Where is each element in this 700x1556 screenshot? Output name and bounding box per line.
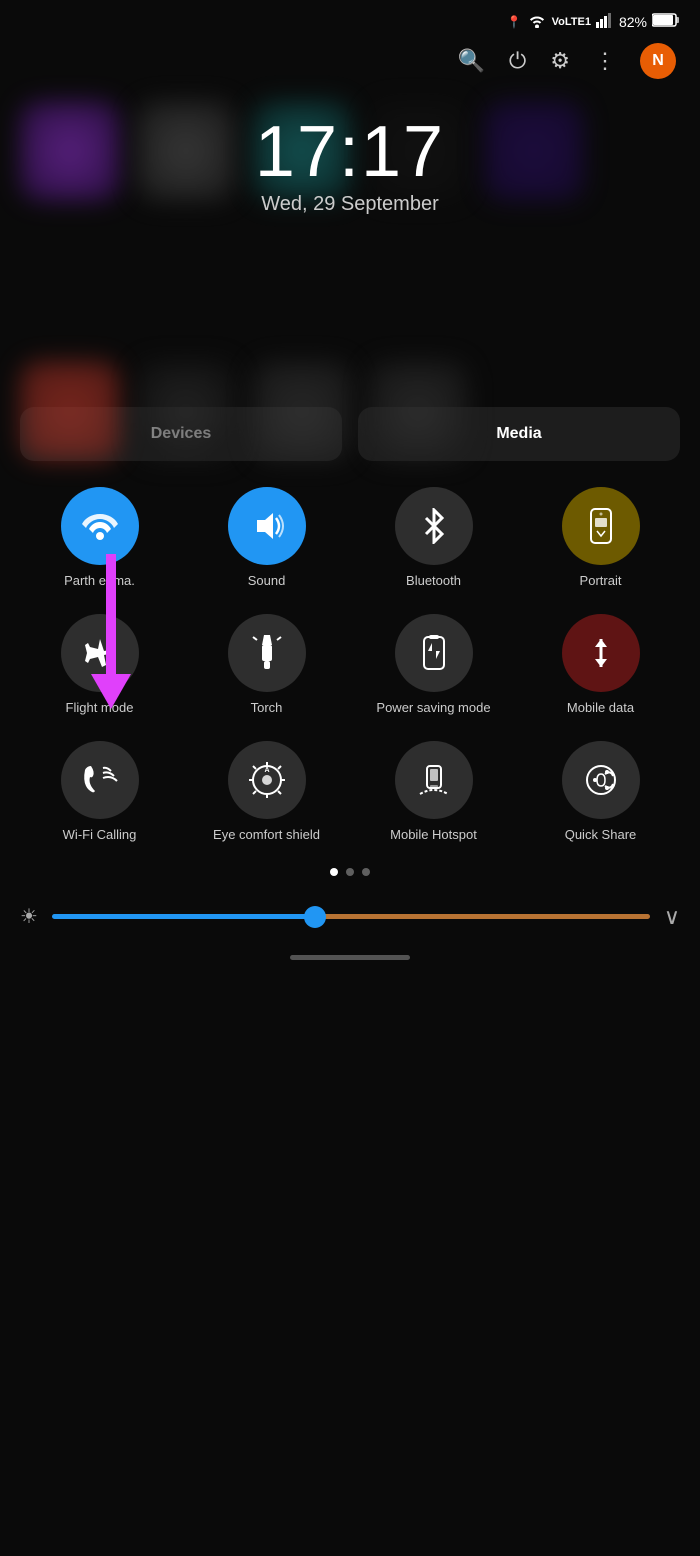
wifi-calling-icon-circle bbox=[61, 741, 139, 819]
app-icons-background: 17:17 Wed, 29 September bbox=[0, 91, 700, 391]
power-icon[interactable]: ⏻ bbox=[509, 48, 526, 74]
home-bar bbox=[290, 955, 410, 960]
battery-percentage: 82% bbox=[619, 14, 647, 30]
home-indicator bbox=[0, 938, 700, 978]
app-row-bottom bbox=[20, 361, 680, 461]
status-bar: 📍 VoLTE1 82% bbox=[0, 0, 700, 39]
clock-date: Wed, 29 September bbox=[0, 193, 700, 216]
eye-comfort-label: Eye comfort shield bbox=[213, 827, 320, 844]
dot-1 bbox=[330, 868, 338, 876]
sound-label: Sound bbox=[248, 573, 286, 590]
toggle-mobile-hotspot[interactable]: Mobile Hotspot bbox=[364, 741, 504, 844]
torch-icon-circle bbox=[228, 614, 306, 692]
toggle-torch[interactable]: Torch bbox=[197, 614, 337, 717]
toggle-wifi-hotspot[interactable]: Parth eema. bbox=[30, 487, 170, 590]
toggle-power-saving[interactable]: Power saving mode bbox=[364, 614, 504, 717]
app-blob-6 bbox=[20, 361, 120, 461]
eye-comfort-icon-circle: A bbox=[228, 741, 306, 819]
portrait-icon-circle bbox=[562, 487, 640, 565]
toggle-bluetooth[interactable]: Bluetooth bbox=[364, 487, 504, 590]
location-icon: 📍 bbox=[507, 15, 522, 29]
bluetooth-label: Bluetooth bbox=[406, 573, 461, 590]
pagination-dots bbox=[0, 868, 700, 876]
wifi-icon bbox=[527, 12, 547, 31]
brightness-slider-track[interactable] bbox=[52, 914, 650, 919]
svg-text:A: A bbox=[264, 767, 269, 774]
flight-mode-label: Flight mode bbox=[66, 700, 134, 717]
user-avatar[interactable]: N bbox=[640, 43, 676, 79]
toggle-row-2: Flight mode Torch bbox=[16, 614, 684, 717]
portrait-label: Portrait bbox=[580, 573, 622, 590]
more-icon[interactable]: ⋮ bbox=[594, 48, 616, 74]
toggle-eye-comfort[interactable]: A Eye comfort shield bbox=[197, 741, 337, 844]
battery-icon bbox=[652, 13, 680, 30]
dot-3 bbox=[362, 868, 370, 876]
toggle-mobile-data[interactable]: Mobile data bbox=[531, 614, 671, 717]
wifi-hotspot-icon-circle bbox=[61, 487, 139, 565]
bluetooth-icon-circle bbox=[395, 487, 473, 565]
volte-icon: VoLTE1 bbox=[552, 16, 591, 28]
clock-time: 17:17 bbox=[0, 111, 700, 193]
quick-share-icon-circle bbox=[562, 741, 640, 819]
dot-2 bbox=[346, 868, 354, 876]
brightness-slider-thumb[interactable] bbox=[304, 906, 326, 928]
app-blob-8 bbox=[252, 361, 352, 461]
torch-label: Torch bbox=[251, 700, 283, 717]
chevron-down-icon[interactable]: ∨ bbox=[664, 904, 680, 930]
toggle-portrait[interactable]: Portrait bbox=[531, 487, 671, 590]
status-icons: 📍 VoLTE1 82% bbox=[507, 12, 680, 31]
app-blob-7 bbox=[136, 361, 236, 461]
search-icon[interactable]: 🔍 bbox=[457, 48, 484, 74]
mobile-data-icon-circle bbox=[562, 614, 640, 692]
toggle-row-1: Parth eema. Sound Bluetooth bbox=[16, 487, 684, 590]
mobile-hotspot-label: Mobile Hotspot bbox=[390, 827, 477, 844]
toggle-row-3: Wi-Fi Calling A Eye comfort bbox=[16, 741, 684, 844]
annotation-container: Flight mode Torch bbox=[16, 614, 684, 717]
mobile-data-label: Mobile data bbox=[567, 700, 634, 717]
flight-mode-icon-circle bbox=[61, 614, 139, 692]
settings-icon[interactable]: ⚙ bbox=[550, 48, 570, 74]
wifi-hotspot-label: Parth eema. bbox=[64, 573, 135, 590]
sound-icon-circle bbox=[228, 487, 306, 565]
brightness-row: ☀ ∨ bbox=[0, 896, 700, 938]
quick-share-label: Quick Share bbox=[565, 827, 637, 844]
power-saving-icon-circle bbox=[395, 614, 473, 692]
toggle-sound[interactable]: Sound bbox=[197, 487, 337, 590]
mobile-hotspot-icon-circle bbox=[395, 741, 473, 819]
toggle-flight-mode[interactable]: Flight mode bbox=[30, 614, 170, 717]
top-action-bar: 🔍 ⏻ ⚙ ⋮ N bbox=[0, 39, 700, 91]
app-blob-9 bbox=[368, 361, 468, 461]
power-saving-label: Power saving mode bbox=[376, 700, 490, 717]
clock-section: 17:17 Wed, 29 September bbox=[0, 111, 700, 216]
brightness-icon: ☀ bbox=[20, 904, 38, 929]
wifi-calling-label: Wi-Fi Calling bbox=[63, 827, 137, 844]
signal-icon bbox=[596, 12, 614, 31]
toggle-quick-share[interactable]: Quick Share bbox=[531, 741, 671, 844]
toggle-wifi-calling[interactable]: Wi-Fi Calling bbox=[30, 741, 170, 844]
quick-toggles: Parth eema. Sound Bluetooth bbox=[0, 477, 700, 844]
